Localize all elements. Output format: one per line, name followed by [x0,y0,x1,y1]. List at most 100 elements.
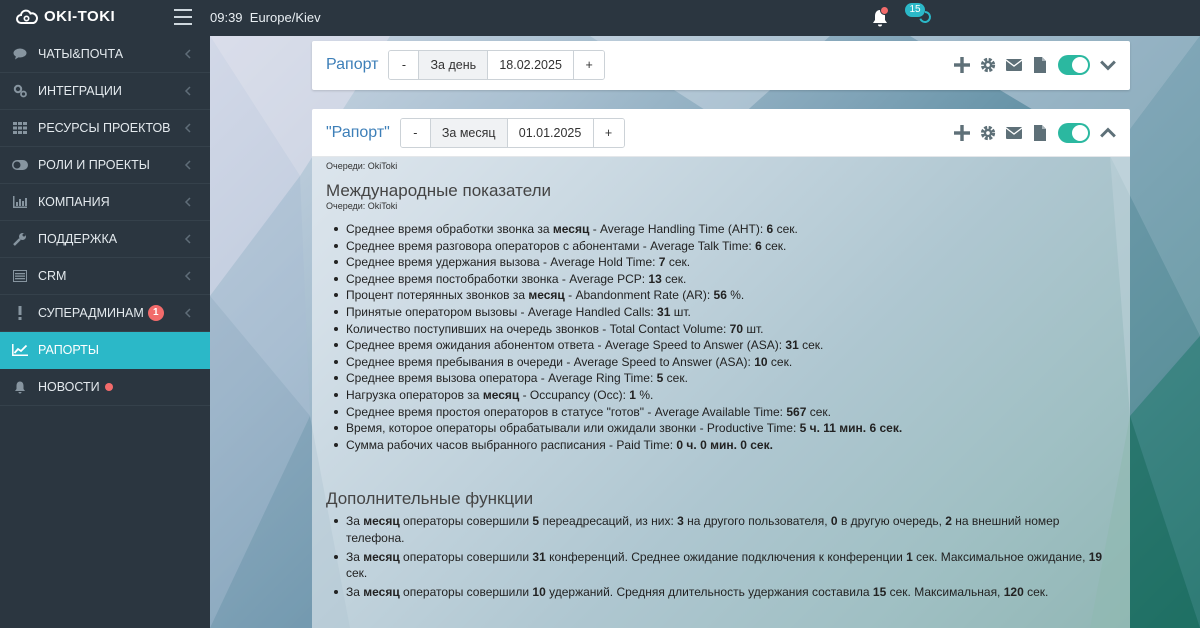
chevron-down-icon[interactable] [1100,57,1116,73]
current-time: 09:39 [210,10,243,25]
date-next-button[interactable]: + [593,118,624,147]
date-prev-button[interactable]: - [400,118,431,147]
cloud-logo-icon [16,9,38,24]
list-item: Среднее время разговора операторов с або… [334,238,1116,255]
sidebar-item-label: РАПОРТЫ [38,343,99,357]
list-item: Нагрузка операторов за месяц - Occupancy… [334,387,1116,404]
sidebar-item-crm[interactable]: CRM [0,258,210,295]
report-panel-monthly: "Рапорт" - За месяц 01.01.2025 + Очереди… [312,109,1130,628]
panel-title[interactable]: "Рапорт" [326,124,390,142]
list-item: Принятые оператором вызовы - Average Han… [334,304,1116,321]
bar-chart-icon [12,195,28,209]
panel-header: Рапорт - За день 18.02.2025 + [312,41,1130,89]
date-controls: - За день 18.02.2025 + [388,50,606,80]
section-queues-label: Очереди: OkiToki [326,201,398,211]
panel-enabled-toggle[interactable] [1058,55,1090,75]
sidebar-item-label: ИНТЕГРАЦИИ [38,84,122,98]
chevron-up-icon[interactable] [1100,125,1116,141]
status-refresh-icon[interactable] [918,10,932,24]
mail-icon[interactable] [1006,57,1022,73]
toggle-icon [12,158,28,172]
list-item: Среднее время ожидания абонентом ответа … [334,337,1116,354]
period-button[interactable]: За день [419,51,489,79]
line-chart-icon [12,343,28,357]
sidebar-item-support[interactable]: ПОДДЕРЖКА [0,221,210,258]
sidebar-item-integrations[interactable]: ИНТЕГРАЦИИ [0,73,210,110]
news-dot [104,383,113,391]
list-icon [12,269,28,283]
list-item: Время, которое операторы обрабатывали ил… [334,420,1116,437]
gear-icon[interactable] [980,57,996,73]
date-controls: - За месяц 01.01.2025 + [399,117,625,148]
app-logo[interactable]: OKI-TOKI [16,8,115,25]
panel-tools [954,55,1116,75]
gear-icon[interactable] [980,125,996,141]
logo-text: OKI-TOKI [44,8,116,25]
chevron-left-icon [184,160,191,170]
list-item: Среднее время обработки звонка за месяц … [334,221,1116,238]
list-item: Сумма рабочих часов выбранного расписани… [334,437,1116,454]
report-panel-daily: Рапорт - За день 18.02.2025 + [312,41,1130,90]
chevron-left-icon [184,86,191,96]
sidebar-item-label: СУПЕРАДМИНАМ [38,306,144,320]
document-icon[interactable] [1032,57,1048,73]
chat-icon [12,47,28,61]
section-title-international: Международные показатели [326,181,552,200]
chevron-left-icon [184,197,191,207]
list-item: За месяц операторы совершили 31 конферен… [334,549,1116,582]
list-item: За месяц операторы совершили 5 переадрес… [334,513,1116,546]
list-item: Процент потерянных звонков за месяц - Ab… [334,287,1116,304]
chevron-left-icon [184,271,191,281]
sidebar-item-project-resources[interactable]: РЕСУРСЫ ПРОЕКТОВ [0,110,210,147]
list-item: Среднее время простоя операторов в стату… [334,404,1116,421]
grid-icon [12,121,28,135]
menu-toggle-icon[interactable] [174,9,192,25]
report-body: Очереди: OkiToki Международные показател… [312,157,1130,628]
list-item: За месяц операторы совершили 10 удержани… [334,584,1116,601]
sidebar-item-label: РЕСУРСЫ ПРОЕКТОВ [38,121,171,135]
sidebar-item-superadmins[interactable]: СУПЕРАДМИНАМ 1 [0,295,210,332]
section-title-extra: Дополнительные функции [326,489,534,509]
metrics-list: Среднее время обработки звонка за месяц … [326,221,1116,453]
date-field[interactable]: 18.02.2025 [488,51,575,79]
wrench-icon [12,232,28,246]
date-next-button[interactable]: + [574,51,605,79]
date-prev-button[interactable]: - [389,51,420,79]
bell-icon [12,380,28,394]
sidebar-item-label: ЧАТЫ&ПОЧТА [38,47,124,61]
main-content: Рапорт - За день 18.02.2025 + "Рапорт" - [210,36,1200,628]
queues-label: Очереди: OkiToki [326,161,398,171]
timezone: Europe/Kiev [249,10,321,25]
sidebar-item-label: НОВОСТИ [38,380,100,394]
list-item: Среднее время пребывания в очереди - Ave… [334,354,1116,371]
list-item: Количество поступивших на очередь звонко… [334,321,1116,338]
list-item: Среднее время удержания вызова - Average… [334,254,1116,271]
list-item: Среднее время вызова оператора - Average… [334,370,1116,387]
gears-icon [12,84,28,98]
sidebar-item-roles-projects[interactable]: РОЛИ И ПРОЕКТЫ [0,147,210,184]
top-bar: OKI-TOKI 09:39 Europe/Kiev 15 [0,0,1200,36]
mail-icon[interactable] [1006,125,1022,141]
period-button[interactable]: За месяц [430,118,508,147]
date-field[interactable]: 01.01.2025 [507,118,594,147]
sidebar-item-reports[interactable]: РАПОРТЫ [0,332,210,369]
plus-icon[interactable] [954,57,970,73]
sidebar-item-company[interactable]: КОМПАНИЯ [0,184,210,221]
sidebar-item-label: CRM [38,269,67,283]
document-icon[interactable] [1032,124,1048,141]
sidebar-item-news[interactable]: НОВОСТИ [0,369,210,406]
panel-header: "Рапорт" - За месяц 01.01.2025 + [312,109,1130,157]
panel-title[interactable]: Рапорт [326,56,378,74]
clock: 09:39 Europe/Kiev [210,10,321,25]
chevron-left-icon [184,49,191,59]
sidebar-item-chats[interactable]: ЧАТЫ&ПОЧТА [0,36,210,73]
plus-icon[interactable] [954,124,970,141]
chevron-left-icon [184,308,191,318]
panel-enabled-toggle[interactable] [1058,122,1090,143]
superadmins-badge: 1 [147,305,164,321]
list-item: Среднее время постобработки звонка - Ave… [334,271,1116,288]
sidebar-item-label: КОМПАНИЯ [38,195,110,209]
chevron-left-icon [184,234,191,244]
extras-list: За месяц операторы совершили 5 переадрес… [326,513,1116,600]
panel-tools [954,122,1116,143]
